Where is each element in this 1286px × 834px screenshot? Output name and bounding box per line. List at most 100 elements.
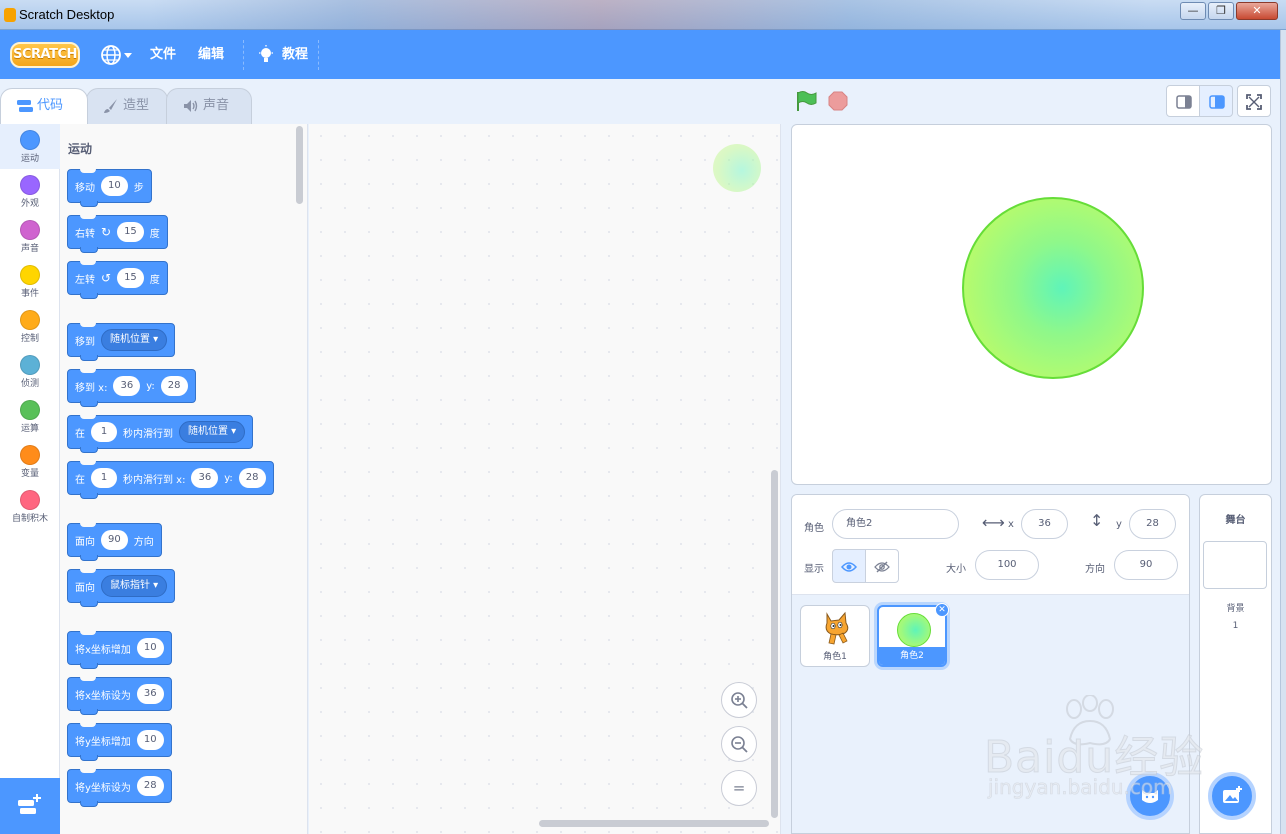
x-arrows-icon: ⟷: [982, 513, 1005, 532]
category-label: 声音: [20, 244, 39, 254]
block-text: 将y坐标增加: [75, 736, 131, 748]
block-turn-left[interactable]: 左转 ↺ 15 度: [67, 261, 168, 299]
sprite-thumbnail-name: 角色2: [879, 647, 945, 665]
large-stage-button[interactable]: [1199, 85, 1233, 117]
language-globe-icon[interactable]: [100, 44, 122, 66]
block-text: 度: [149, 274, 160, 286]
category-sound[interactable]: 声音: [0, 214, 60, 259]
category-events[interactable]: 事件: [0, 259, 60, 304]
block-set-x[interactable]: 将x坐标设为 36: [67, 677, 172, 715]
y-label: y: [1116, 519, 1122, 530]
menu-divider: [243, 40, 244, 70]
x-input[interactable]: 36: [1021, 509, 1068, 539]
sprite-name-input[interactable]: 角色2: [832, 509, 959, 539]
zoom-out-button[interactable]: [721, 726, 757, 762]
category-control[interactable]: 控制: [0, 304, 60, 349]
script-area[interactable]: =: [309, 124, 781, 834]
category-looks[interactable]: 外观: [0, 169, 60, 214]
block-dropdown[interactable]: 鼠标指针: [101, 575, 168, 597]
block-input[interactable]: 10: [101, 176, 128, 196]
delete-sprite-icon[interactable]: ✕: [935, 603, 949, 617]
block-input[interactable]: 15: [117, 268, 144, 288]
block-input[interactable]: 28: [160, 376, 188, 396]
block-text: 秒内滑行到: [123, 428, 173, 440]
minimize-button[interactable]: —: [1180, 2, 1206, 20]
block-point-towards[interactable]: 面向 鼠标指针: [67, 569, 176, 607]
block-dropdown[interactable]: 随机位置: [179, 421, 246, 443]
sprite-thumbnail-1[interactable]: 角色1: [800, 605, 870, 667]
sprite-thumbnail-2[interactable]: ✕ 角色2: [877, 603, 949, 667]
tutorials-menu[interactable]: 教程: [282, 30, 308, 79]
block-input[interactable]: 10: [136, 638, 164, 658]
y-input[interactable]: 28: [1129, 509, 1176, 539]
block-point-direction[interactable]: 面向 90 方向: [67, 523, 162, 561]
category-motion[interactable]: 运动: [0, 124, 60, 169]
watermark-url: jingyan.baidu.com: [988, 775, 1173, 800]
stage-pane-title: 舞台: [1225, 515, 1246, 526]
size-label: 大小: [946, 564, 966, 575]
block-goto[interactable]: 移到 随机位置: [67, 323, 176, 361]
sprite-ball[interactable]: [962, 197, 1144, 379]
zoom-in-button[interactable]: [721, 682, 757, 718]
direction-input[interactable]: 90: [1114, 550, 1178, 580]
language-caret-icon[interactable]: [124, 53, 132, 58]
block-input[interactable]: 10: [136, 730, 164, 750]
palette-scrollbar[interactable]: [296, 126, 303, 204]
script-horizontal-scrollbar[interactable]: [539, 820, 769, 827]
block-input[interactable]: 28: [136, 776, 164, 796]
block-text: y:: [224, 472, 233, 484]
block-turn-right[interactable]: 右转 ↻ 15 度: [67, 215, 168, 253]
tab-code[interactable]: 代码: [0, 88, 88, 124]
script-vertical-scrollbar[interactable]: [771, 470, 778, 818]
add-extension-button[interactable]: [0, 778, 60, 834]
stop-icon[interactable]: [828, 91, 848, 111]
y-arrows-icon: ↕: [1090, 511, 1104, 530]
category-sensing[interactable]: 侦测: [0, 349, 60, 394]
green-flag-icon[interactable]: [795, 90, 817, 112]
block-move-steps[interactable]: 移动 10 步: [67, 169, 152, 207]
block-input[interactable]: 15: [117, 222, 144, 242]
block-input[interactable]: 28: [238, 468, 266, 488]
category-my-blocks[interactable]: 自制积木: [0, 484, 60, 529]
small-stage-button[interactable]: [1166, 85, 1200, 117]
block-text: 将x坐标设为: [75, 690, 131, 702]
block-glide-xy[interactable]: 在 1 秒内滑行到 x: 36 y: 28: [67, 461, 274, 499]
block-dropdown[interactable]: 随机位置: [101, 329, 168, 351]
paintbrush-icon: [104, 99, 117, 113]
category-operators[interactable]: 运算: [0, 394, 60, 439]
edit-menu[interactable]: 编辑: [198, 30, 224, 79]
block-text: 右转: [75, 228, 95, 240]
block-input[interactable]: 90: [101, 530, 128, 550]
backdrop-thumbnail[interactable]: [1203, 541, 1267, 589]
hide-sprite-button[interactable]: [865, 549, 899, 583]
block-glide-to[interactable]: 在 1 秒内滑行到 随机位置: [67, 415, 254, 453]
zoom-reset-button[interactable]: =: [721, 770, 757, 806]
eye-hidden-icon: [874, 561, 890, 573]
block-input[interactable]: 1: [91, 468, 117, 488]
category-label: 运动: [20, 154, 39, 164]
block-change-y[interactable]: 将y坐标增加 10: [67, 723, 172, 761]
show-sprite-button[interactable]: [832, 549, 866, 583]
block-input[interactable]: 36: [191, 468, 219, 488]
close-button[interactable]: ✕: [1236, 2, 1278, 20]
direction-label: 方向: [1085, 564, 1105, 575]
stage[interactable]: [791, 124, 1272, 485]
block-change-x[interactable]: 将x坐标增加 10: [67, 631, 172, 669]
maximize-button[interactable]: ❐: [1208, 2, 1234, 20]
tab-costumes[interactable]: 造型: [86, 88, 168, 124]
block-set-y[interactable]: 将y坐标设为 28: [67, 769, 172, 807]
scratch-logo[interactable]: SCRATCH: [10, 42, 80, 68]
file-menu[interactable]: 文件: [150, 30, 176, 79]
block-input[interactable]: 36: [136, 684, 164, 704]
fullscreen-button[interactable]: [1237, 85, 1271, 117]
add-backdrop-icon: [1223, 786, 1242, 803]
size-input[interactable]: 100: [975, 550, 1039, 580]
block-input[interactable]: 36: [113, 376, 141, 396]
block-input[interactable]: 1: [91, 422, 117, 442]
tutorials-bulb-icon[interactable]: [258, 45, 274, 65]
block-palette: 运动 移动 10 步 右转 ↻ 15 度 左转 ↺ 15 度 移到 随机位置 移…: [60, 124, 308, 834]
app-icon: [4, 8, 16, 22]
block-goto-xy[interactable]: 移到 x: 36 y: 28: [67, 369, 196, 407]
category-variables[interactable]: 变量: [0, 439, 60, 484]
tab-sounds[interactable]: 声音: [166, 88, 252, 124]
